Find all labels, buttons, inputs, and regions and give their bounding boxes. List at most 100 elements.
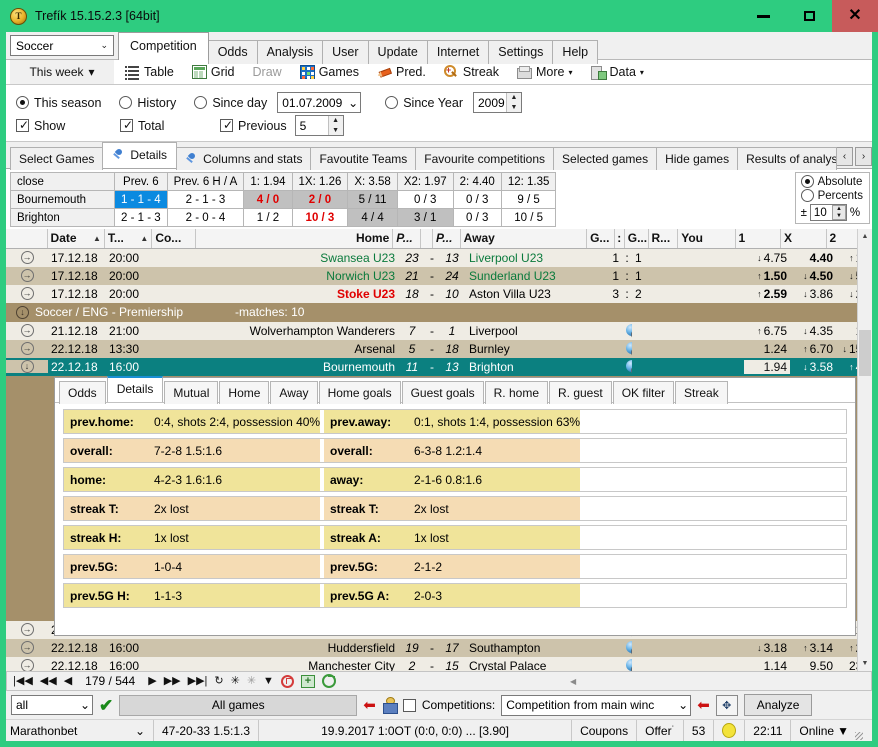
menu-tab-help[interactable]: Help [552, 40, 598, 64]
grid-col-pos-away[interactable]: P... [433, 229, 461, 248]
row-odds-x[interactable]: ↑3.14 [790, 641, 836, 655]
spinner-buttons[interactable]: ▲▼ [328, 116, 343, 135]
stats-header-cell[interactable]: 1X: 1.26 [292, 173, 348, 191]
stats-header-cell[interactable]: X2: 1.97 [397, 173, 453, 191]
resize-grip-icon[interactable] [852, 729, 864, 741]
menu-tab-competition[interactable]: Competition [118, 32, 209, 60]
row-odds-1[interactable]: ↑6.75 [744, 324, 790, 338]
toolbar-streak-button[interactable]: + Streak [437, 64, 506, 80]
checkbox-show[interactable]: Show [16, 119, 102, 133]
analyze-button[interactable]: Analyze [744, 694, 813, 716]
detail-tab-odds[interactable]: Odds [59, 381, 106, 404]
table-row[interactable]: → 17.12.18 20:00 Swansea U23 23 - 13 Liv… [6, 249, 872, 267]
confirm-icon[interactable]: ✔ [99, 697, 113, 714]
filter-icon[interactable]: ▼ [263, 676, 274, 687]
star-icon[interactable]: ✳ [231, 676, 240, 687]
menu-tab-odds[interactable]: Odds [208, 40, 258, 64]
offer-button[interactable]: Offer˙ [637, 720, 684, 741]
arrow-left-icon[interactable]: ⬅ [363, 698, 376, 713]
tab-results-of-analysis[interactable]: Results of analysis of more filte [737, 147, 837, 170]
nav-last-button[interactable]: ▶▶| [188, 676, 208, 687]
grid-col-you[interactable]: You [678, 229, 735, 248]
grid-col-result[interactable]: R... [649, 229, 679, 248]
grid-col-odds-1[interactable]: 1 [736, 229, 781, 248]
online-status[interactable]: Online ▼ [791, 720, 872, 741]
row-odds-x[interactable]: ↓3.86 [790, 287, 836, 301]
tabs-next-button[interactable]: › [855, 147, 872, 166]
radio-history[interactable]: History [119, 96, 176, 110]
grid-col-date[interactable]: Date▲ [48, 229, 105, 248]
spinner-buttons[interactable]: ▲▼ [506, 93, 521, 112]
nav-next-page-button[interactable]: ▶▶ [164, 676, 181, 687]
grid-col-home[interactable]: Home [196, 229, 393, 248]
nav-next-button[interactable]: ▶ [148, 676, 156, 687]
menu-tab-analysis[interactable]: Analysis [257, 40, 324, 64]
table-row-selected[interactable]: ↓ 22.12.18 16:00 Bournemouth 11 - 13 Bri… [6, 358, 872, 376]
grid-col-goals-home[interactable]: G... [587, 229, 615, 248]
grid-col-time[interactable]: T...▲ [105, 229, 152, 248]
toolbar-pred-button[interactable]: Pred. [370, 64, 433, 80]
menu-tab-user[interactable]: User [322, 40, 368, 64]
close-button[interactable]: ✕ [832, 0, 878, 32]
row-odds-1[interactable]: 1.14 [744, 659, 790, 671]
tab-favourite-teams[interactable]: Favoutite Teams [310, 147, 416, 170]
toolbar-data-button[interactable]: Data ▾ [584, 64, 651, 80]
tab-details[interactable]: Details [102, 142, 177, 168]
cancel-icon[interactable] [281, 675, 294, 688]
nav-prev-button[interactable]: ◀ [64, 676, 72, 687]
row-odds-1[interactable]: ↑1.50 [744, 269, 790, 283]
tab-selected-games[interactable]: Selected games [553, 147, 657, 170]
stats-header-cell[interactable]: X: 3.58 [348, 173, 397, 191]
minimize-button[interactable] [740, 0, 786, 32]
spinner-up-icon[interactable]: ▲ [507, 93, 521, 103]
refresh-icon[interactable]: ↻ [214, 676, 223, 687]
toolbar-grid-button[interactable]: Grid [185, 64, 242, 80]
row-odds-x[interactable]: ↑6.70 [790, 342, 836, 356]
detail-tab-guest-goals[interactable]: Guest goals [402, 381, 484, 404]
toolbar-table-button[interactable]: Table [118, 64, 181, 80]
spinner-down-icon[interactable]: ▼ [833, 213, 845, 220]
tolerance-spinner[interactable]: ▲▼ [832, 205, 846, 220]
row-odds-1[interactable]: ↓4.75 [744, 251, 790, 265]
stats-header-cell[interactable]: Prev. 6 H / A [167, 173, 244, 191]
detail-tab-ok-filter[interactable]: OK filter [613, 381, 674, 404]
spinner-up-icon[interactable]: ▲ [329, 116, 343, 126]
grid-col-away[interactable]: Away [461, 229, 587, 248]
grid-col-pos-home[interactable]: P... [393, 229, 421, 248]
radio-absolute[interactable]: Absolute [801, 175, 863, 188]
reload-icon[interactable] [322, 674, 336, 688]
filter-select[interactable]: all ⌄ [11, 695, 93, 715]
toolbar-games-button[interactable]: Games [293, 64, 366, 80]
maximize-button[interactable] [786, 0, 832, 32]
detail-tab-home-goals[interactable]: Home goals [319, 381, 401, 404]
menu-tab-update[interactable]: Update [368, 40, 428, 64]
horizontal-scrollbar[interactable]: ◀ [565, 674, 865, 688]
row-expander[interactable]: → [6, 659, 48, 671]
previous-count-stepper[interactable]: 5 ▲▼ [295, 115, 344, 136]
row-expander[interactable]: → [6, 287, 48, 300]
tab-select-games[interactable]: Select Games [10, 147, 103, 170]
row-expander[interactable]: → [6, 324, 48, 337]
spinner-down-icon[interactable]: ▼ [329, 126, 343, 136]
tab-favourite-competitions[interactable]: Favourite competitions [415, 147, 554, 170]
row-odds-x[interactable]: 9.50 [790, 659, 836, 671]
table-row[interactable]: → 17.12.18 20:00 Norwich U23 21 - 24 Sun… [6, 267, 872, 285]
period-button[interactable]: This week ▾ [10, 60, 114, 84]
nav-first-button[interactable]: |◀◀ [13, 676, 33, 687]
add-icon[interactable] [301, 675, 315, 688]
checkbox-total[interactable]: Total [120, 119, 202, 133]
detail-tab-streak[interactable]: Streak [675, 381, 728, 404]
table-row[interactable]: → 22.12.18 16:00 Manchester City 2 - 15 … [6, 657, 872, 671]
detail-tab-r-guest[interactable]: R. guest [549, 381, 612, 404]
stats-header-cell[interactable]: 1: 1.94 [244, 173, 292, 191]
competitions-checkbox[interactable] [403, 699, 416, 712]
row-expander[interactable]: → [6, 251, 48, 264]
grid-col-goals-away[interactable]: G... [625, 229, 649, 248]
bookmaker-select[interactable]: Marathonbet ⌄ [6, 720, 154, 741]
table-row[interactable]: → 22.12.18 13:30 Arsenal 5 - 18 Burnley … [6, 340, 872, 358]
radio-since-day[interactable]: Since day [194, 96, 267, 110]
nav-prev-page-button[interactable]: ◀◀ [40, 676, 57, 687]
move-button[interactable]: ✥ [716, 695, 738, 716]
checkbox-previous[interactable]: Previous [220, 119, 287, 133]
menu-tab-settings[interactable]: Settings [488, 40, 553, 64]
